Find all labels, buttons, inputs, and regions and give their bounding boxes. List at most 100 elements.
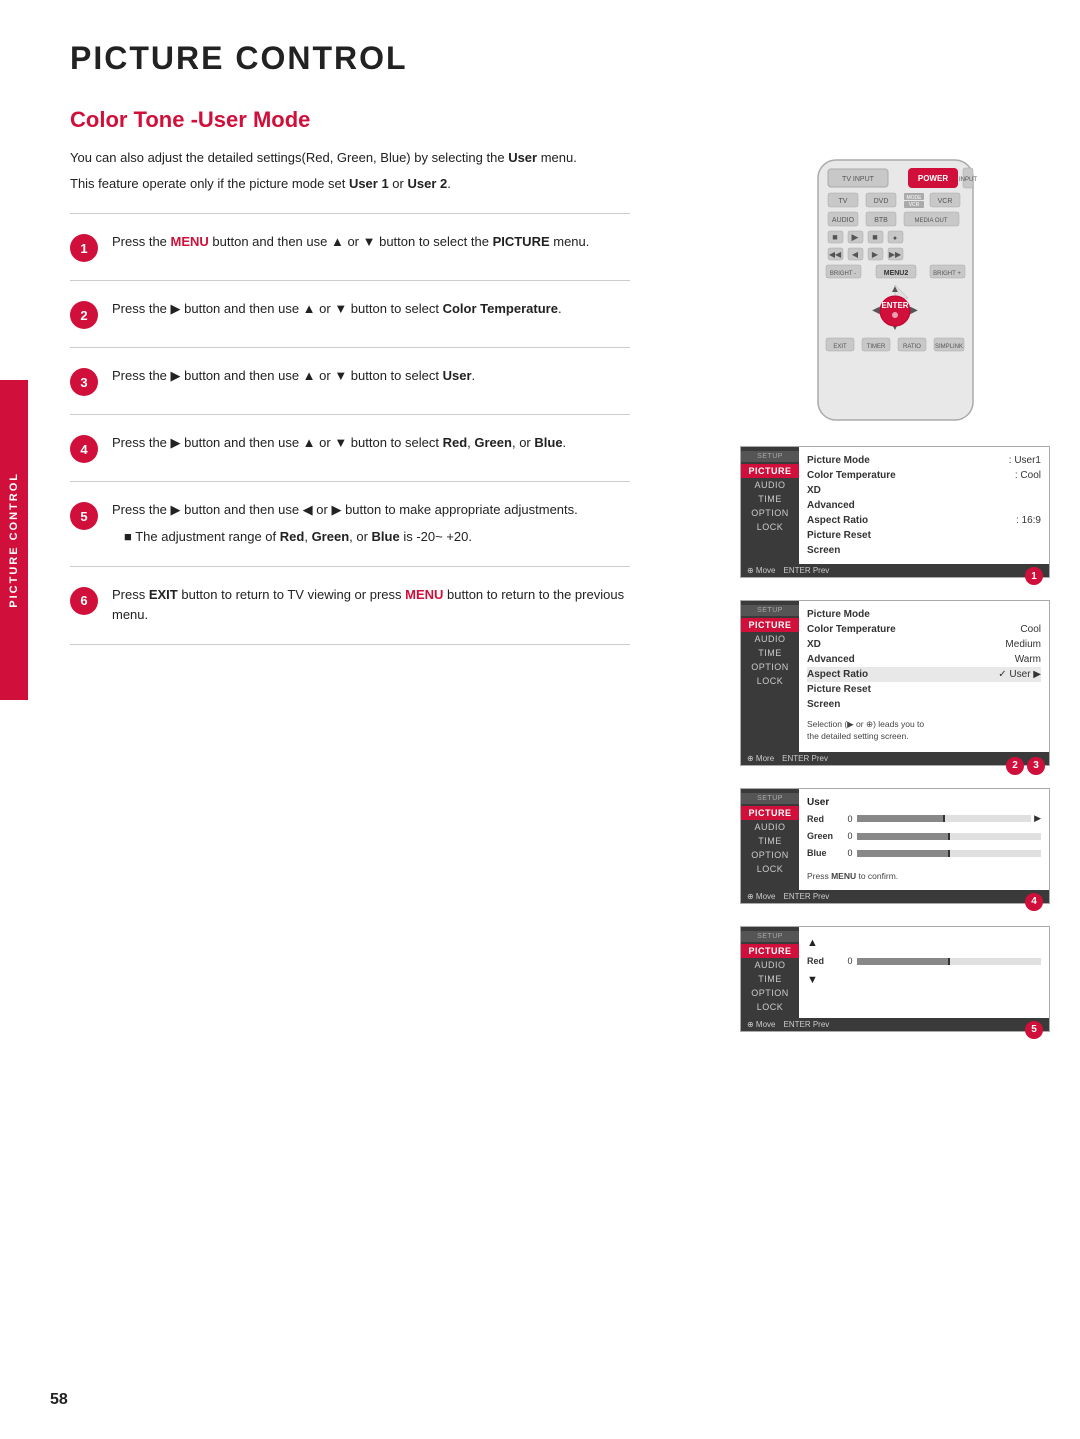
step-3: 3 Press the ▶ button and then use ▲ or ▼…: [70, 347, 630, 414]
tv-menu-picture-4: PICTURE: [741, 944, 799, 958]
svg-text:MENU2: MENU2: [883, 270, 908, 277]
svg-text:BRIGHT +: BRIGHT +: [933, 271, 961, 277]
step-text-2: Press the ▶ button and then use ▲ or ▼ b…: [112, 299, 630, 320]
step-circle-1: 1: [70, 234, 98, 262]
step-text-5: Press the ▶ button and then use ◀ or ▶ b…: [112, 500, 630, 548]
svg-text:MEDIA OUT: MEDIA OUT: [914, 218, 947, 224]
step-circle-4: 4: [70, 435, 98, 463]
selection-note: Selection (▶ or ⊕) leads you tothe detai…: [807, 716, 1041, 746]
svg-text:TV: TV: [838, 198, 847, 205]
page-title: PICTURE CONTROL: [70, 40, 1050, 77]
tv-sidebar-4: SETUP PICTURE AUDIO TIME OPTION LOCK: [741, 927, 799, 1018]
svg-text:▲: ▲: [890, 284, 900, 295]
tv-screen-3: SETUP PICTURE AUDIO TIME OPTION LOCK Use…: [740, 788, 1050, 904]
svg-text:AUDIO: AUDIO: [831, 217, 854, 224]
tv-menu-picture-3: PICTURE: [741, 806, 799, 820]
steps-area: 1 Press the MENU button and then use ▲ o…: [70, 213, 630, 645]
tv-row: AdvancedWarm: [807, 652, 1041, 667]
svg-text:EXIT: EXIT: [833, 344, 847, 350]
svg-text:◀: ◀: [872, 305, 880, 316]
tv-menu-picture: PICTURE: [741, 464, 799, 478]
tv-row: Picture Mode: [807, 607, 1041, 622]
svg-text:▶: ▶: [871, 250, 878, 259]
bar-red-single: Red 0: [807, 955, 1041, 968]
tv-menu-lock-4: LOCK: [741, 1000, 799, 1014]
tv-row: Color Temperature: Cool: [807, 468, 1041, 483]
tv-menu-audio-2: AUDIO: [741, 632, 799, 646]
tv-menu-audio-4: AUDIO: [741, 958, 799, 972]
tv-menu-time-2: TIME: [741, 646, 799, 660]
tv-menu-option-3: OPTION: [741, 848, 799, 862]
tv-row: Screen: [807, 543, 1041, 558]
tv-row: Picture Reset: [807, 682, 1041, 697]
tv-row: Picture Reset: [807, 528, 1041, 543]
svg-text:▶: ▶: [851, 232, 858, 242]
remote-control: TV INPUT POWER INPUT TV DVD MODE VCR VCR…: [798, 155, 993, 428]
step-text-3: Press the ▶ button and then use ▲ or ▼ b…: [112, 366, 630, 387]
tv-content-2: Picture Mode Color TemperatureCool XDMed…: [799, 601, 1049, 752]
tv-screen-1: SETUP PICTURE AUDIO TIME OPTION LOCK Pic…: [740, 446, 1050, 578]
bar-green: Green 0: [807, 830, 1041, 843]
tv-menu-lock: LOCK: [741, 520, 799, 534]
tv-row: Aspect Ratio✓ User ▶: [807, 667, 1041, 682]
svg-text:TIMER: TIMER: [866, 344, 885, 350]
side-tab-label: PICTURE CONTROL: [8, 472, 20, 608]
tv-screen-4: SETUP PICTURE AUDIO TIME OPTION LOCK ▲ R…: [740, 926, 1050, 1032]
tv-menu-time-3: TIME: [741, 834, 799, 848]
svg-text:●: ●: [892, 235, 896, 242]
step-4: 4 Press the ▶ button and then use ▲ or ▼…: [70, 414, 630, 481]
tv-row: XDMedium: [807, 637, 1041, 652]
up-arrow: ▲: [807, 937, 1041, 949]
screen-numbers-23: 2 3: [1006, 757, 1045, 775]
tv-row: Color TemperatureCool: [807, 622, 1041, 637]
side-tab: PICTURE CONTROL: [0, 380, 28, 700]
step-5: 5 Press the ▶ button and then use ◀ or ▶…: [70, 481, 630, 566]
step-2: 2 Press the ▶ button and then use ▲ or ▼…: [70, 280, 630, 347]
tv-row: Picture Mode: User1: [807, 453, 1041, 468]
screen-number-4: 4: [1025, 893, 1043, 911]
tv-row: Aspect Ratio: 16:9: [807, 513, 1041, 528]
svg-text:SIMPLINK: SIMPLINK: [934, 344, 962, 350]
page-number: 58: [50, 1391, 68, 1409]
tv-row: Advanced: [807, 498, 1041, 513]
svg-text:BTB: BTB: [874, 217, 888, 224]
step-text-4: Press the ▶ button and then use ▲ or ▼ b…: [112, 433, 630, 454]
tv-sidebar-1: SETUP PICTURE AUDIO TIME OPTION LOCK: [741, 447, 799, 564]
tv-bottom-bar-2: ⊕ MoreENTER Prev: [741, 752, 1049, 765]
step-circle-3: 3: [70, 368, 98, 396]
tv-menu-option-4: OPTION: [741, 986, 799, 1000]
svg-text:▶: ▶: [910, 305, 918, 316]
svg-text:■: ■: [872, 232, 877, 242]
step-text-6: Press EXIT button to return to TV viewin…: [112, 585, 630, 627]
tv-content-4: ▲ Red 0 ▼: [799, 927, 1049, 1018]
right-column: TV INPUT POWER INPUT TV DVD MODE VCR VCR…: [740, 155, 1050, 1046]
tv-menu-lock-3: LOCK: [741, 862, 799, 876]
intro-line1: You can also adjust the detailed setting…: [70, 148, 630, 168]
tv-menu-time: TIME: [741, 492, 799, 506]
step-circle-6: 6: [70, 587, 98, 615]
tv-menu-audio-3: AUDIO: [741, 820, 799, 834]
intro-line2: This feature operate only if the picture…: [70, 174, 630, 194]
tv-menu-picture-2: PICTURE: [741, 618, 799, 632]
tv-bottom-bar: ⊕ MoveENTER Prev: [741, 564, 1049, 577]
tv-row: XD: [807, 483, 1041, 498]
step-1: 1 Press the MENU button and then use ▲ o…: [70, 213, 630, 280]
tv-menu-option-2: OPTION: [741, 660, 799, 674]
svg-text:INPUT: INPUT: [959, 177, 977, 183]
tv-menu-audio: AUDIO: [741, 478, 799, 492]
tv-menu-time-4: TIME: [741, 972, 799, 986]
tv-row: Screen: [807, 697, 1041, 712]
step-text-1: Press the MENU button and then use ▲ or …: [112, 232, 630, 253]
svg-text:■: ■: [832, 232, 837, 242]
user-label: User: [807, 795, 1041, 812]
section-title: Color Tone -User Mode: [70, 107, 630, 133]
confirm-note: Press MENU to confirm.: [807, 868, 1041, 884]
left-column: Color Tone -User Mode You can also adjus…: [70, 107, 630, 645]
svg-text:POWER: POWER: [917, 174, 947, 183]
bar-blue: Blue 0: [807, 847, 1041, 860]
svg-text:MODE: MODE: [906, 195, 922, 201]
svg-text:ENTER: ENTER: [881, 301, 908, 310]
tv-sidebar-2: SETUP PICTURE AUDIO TIME OPTION LOCK: [741, 601, 799, 752]
step-6: 6 Press EXIT button to return to TV view…: [70, 566, 630, 646]
down-arrow: ▼: [807, 974, 1041, 986]
